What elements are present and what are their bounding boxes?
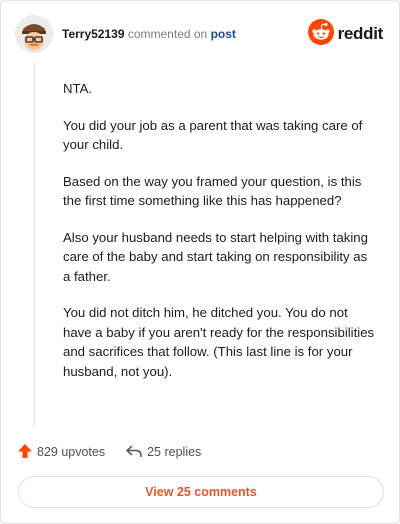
post-link[interactable]: post [211,27,236,41]
comment-paragraph: NTA. [63,81,93,96]
comment-meta: Terry52139 commented on post [62,27,236,41]
reddit-logo[interactable]: reddit [307,18,384,50]
view-comments-button[interactable]: View 25 comments [18,476,384,508]
comment-paragraph: Based on the way you framed your questio… [63,173,362,209]
thread-line[interactable] [34,63,35,427]
upvote-count: 829 upvotes [37,445,106,459]
commented-on-text: commented on [127,27,208,41]
reddit-logo-icon [307,18,334,50]
comment-body: NTA. You did your job as a parent that w… [63,79,377,398]
comment-paragraph: You did not ditch him, he ditched you. Y… [63,305,375,379]
username[interactable]: Terry52139 [62,27,125,41]
comment-header: Terry52139 commented on post reddit [15,15,383,55]
upvote-button[interactable]: 829 upvotes [17,443,105,462]
comment-actions: 829 upvotes 25 replies [17,442,201,462]
reddit-logo-text: reddit [337,24,384,43]
comment-card: Terry52139 commented on post reddit NTA.… [0,0,400,524]
avatar[interactable] [15,15,53,53]
comment-paragraph: You did your job as a parent that was ta… [63,117,363,153]
reply-arrow-icon [125,443,147,462]
comment-paragraph: Also your husband needs to start helping… [63,229,368,284]
upvote-arrow-icon [17,443,37,462]
reply-count: 25 replies [147,445,202,459]
replies-button[interactable]: 25 replies [125,443,201,462]
